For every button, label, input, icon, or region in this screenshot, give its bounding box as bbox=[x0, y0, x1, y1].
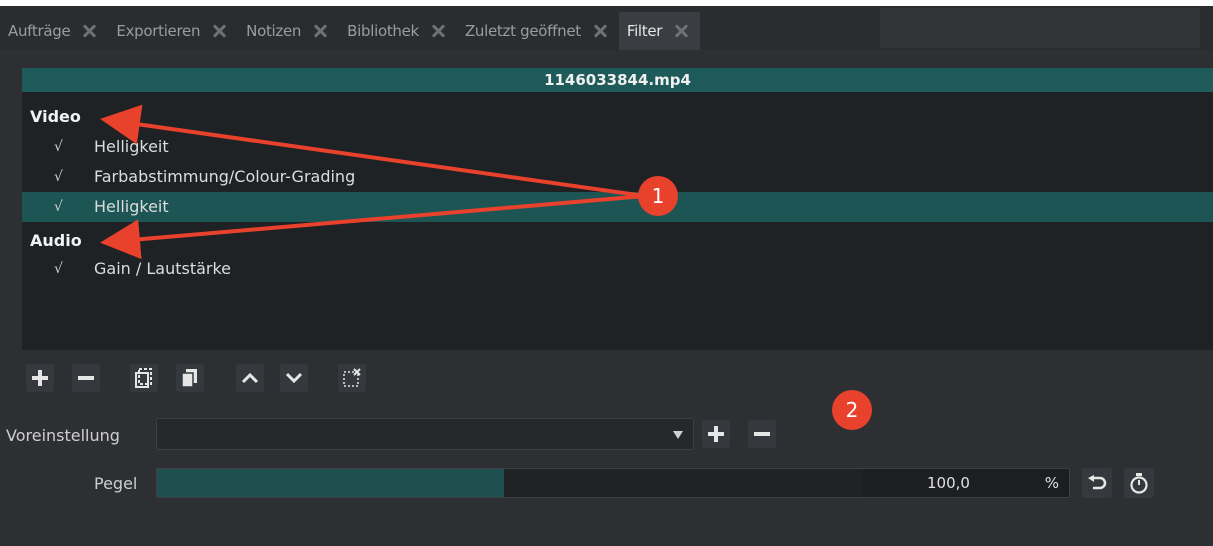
tab-label: Zuletzt geöffnet bbox=[464, 22, 581, 40]
preset-label: Voreinstellung bbox=[6, 426, 120, 445]
plus-icon bbox=[32, 370, 48, 386]
check-icon[interactable]: √ bbox=[54, 254, 63, 284]
tab-exportieren[interactable]: Exportieren bbox=[108, 12, 238, 50]
annotation-badge-2: 2 bbox=[832, 390, 872, 430]
move-down-icon bbox=[285, 372, 303, 384]
keyframe-button[interactable] bbox=[1124, 468, 1154, 498]
tab-bar: Aufträge Exportieren Notizen Bibliothek … bbox=[0, 6, 1213, 50]
undo-icon bbox=[1088, 475, 1107, 490]
delete-preset-button[interactable] bbox=[748, 420, 776, 448]
check-icon[interactable]: √ bbox=[54, 162, 63, 192]
filter-label: Helligkeit bbox=[94, 137, 169, 156]
filter-row[interactable]: √ Farbabstimmung/Colour-Grading bbox=[22, 162, 1213, 192]
minus-icon bbox=[78, 376, 94, 380]
tab-label: Aufträge bbox=[8, 22, 71, 40]
stopwatch-icon bbox=[1130, 473, 1148, 494]
deselect-button[interactable] bbox=[338, 364, 366, 392]
reset-button[interactable] bbox=[1082, 468, 1112, 498]
filter-row[interactable]: √ Helligkeit bbox=[22, 132, 1213, 162]
move-down-button[interactable] bbox=[280, 364, 308, 392]
tab-label: Exportieren bbox=[116, 22, 201, 40]
filter-label: Gain / Lautstärke bbox=[94, 259, 232, 278]
level-unit: % bbox=[1044, 474, 1059, 492]
level-slider-fill bbox=[157, 469, 504, 497]
deselect-icon bbox=[343, 368, 361, 387]
check-icon[interactable]: √ bbox=[54, 132, 63, 162]
tab-label: Bibliothek bbox=[347, 22, 419, 40]
group-header-video: Video bbox=[30, 107, 81, 126]
close-icon[interactable] bbox=[212, 24, 226, 38]
filter-row-selected[interactable]: √ Helligkeit bbox=[22, 192, 1213, 222]
level-label: Pegel bbox=[94, 474, 138, 493]
tabs: Aufträge Exportieren Notizen Bibliothek … bbox=[0, 12, 701, 50]
paste-icon bbox=[181, 369, 197, 388]
plus-icon bbox=[708, 426, 724, 442]
close-icon[interactable] bbox=[313, 24, 327, 38]
tab-auftraege[interactable]: Aufträge bbox=[0, 12, 108, 50]
move-up-button[interactable] bbox=[236, 364, 264, 392]
tab-label: Filter bbox=[626, 22, 663, 40]
tab-bar-fill bbox=[880, 8, 1200, 48]
check-icon[interactable]: √ bbox=[54, 192, 63, 222]
add-filter-button[interactable] bbox=[26, 364, 54, 392]
filter-label: Farbabstimmung/Colour-Grading bbox=[94, 167, 356, 186]
paste-filters-button[interactable] bbox=[176, 364, 204, 392]
tab-notizen[interactable]: Notizen bbox=[238, 12, 339, 50]
move-up-icon bbox=[241, 372, 259, 384]
save-preset-button[interactable] bbox=[702, 420, 730, 448]
preset-dropdown[interactable] bbox=[156, 418, 694, 450]
level-slider[interactable]: 100,0 % bbox=[156, 468, 1070, 498]
dropdown-arrow-icon bbox=[673, 431, 683, 439]
close-icon[interactable] bbox=[593, 24, 607, 38]
filter-row[interactable]: √ Gain / Lautstärke bbox=[22, 254, 1213, 284]
group-header-audio: Audio bbox=[30, 231, 82, 250]
close-icon[interactable] bbox=[674, 24, 688, 38]
annotation-badge-1: 1 bbox=[638, 176, 678, 216]
close-icon[interactable] bbox=[82, 24, 96, 38]
filter-label: Helligkeit bbox=[94, 197, 169, 216]
copy-icon bbox=[135, 368, 152, 388]
tab-bibliothek[interactable]: Bibliothek bbox=[339, 12, 457, 50]
minus-icon bbox=[754, 432, 770, 436]
copy-filters-button[interactable] bbox=[130, 364, 158, 392]
tab-zuletzt-geoeffnet[interactable]: Zuletzt geöffnet bbox=[457, 12, 619, 50]
remove-filter-button[interactable] bbox=[72, 364, 100, 392]
clip-name-bar: 1146033844.mp4 bbox=[22, 68, 1213, 92]
tab-label: Notizen bbox=[246, 22, 302, 40]
level-value: 100,0 bbox=[927, 474, 970, 492]
close-icon[interactable] bbox=[431, 24, 445, 38]
tab-filter[interactable]: Filter bbox=[618, 12, 701, 50]
